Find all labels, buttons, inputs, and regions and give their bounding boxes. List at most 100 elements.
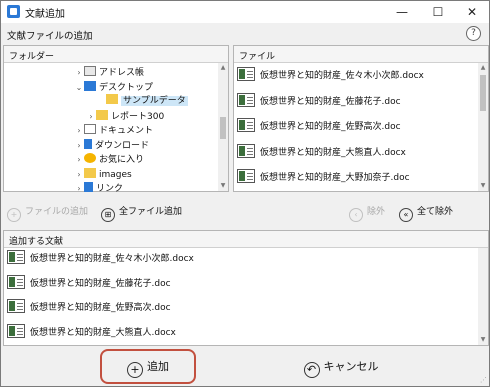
plus-icon: + [7, 208, 21, 222]
window-title: 文献追加 [25, 9, 65, 20]
file-name: 仮想世界と知的財産_佐野高次.doc [260, 122, 401, 132]
file-panel-title: ファイル [234, 46, 488, 63]
folder-tree-item[interactable]: › アドレス帳 [74, 65, 144, 80]
remove-button[interactable]: ‹ 除外 [349, 202, 385, 222]
add-all-button[interactable]: ⊞ 全ファイル追加 [101, 202, 182, 222]
chevron-right-icon[interactable]: › [74, 152, 84, 167]
word-document-icon [237, 92, 255, 107]
folder-tree-item[interactable]: ⌄ デスクトップ [74, 80, 153, 95]
close-button[interactable]: ✕ [455, 1, 489, 23]
file-name: 仮想世界と知的財産_佐藤花子.doc [30, 278, 171, 289]
chevron-right-icon[interactable]: › [74, 65, 84, 80]
folder-tree-label: お気に入り [99, 155, 145, 165]
folder-tree-item[interactable]: › ダウンロード [74, 138, 149, 153]
remove-all-label: 全て除外 [417, 207, 454, 217]
double-chevron-left-icon: « [399, 208, 413, 222]
minimize-button[interactable]: — [385, 1, 419, 23]
add-file-label: ファイルの追加 [25, 207, 89, 217]
file-list-item[interactable]: 仮想世界と知的財産_大熊直人.docx [237, 143, 406, 163]
folder-panel: フォルダー › アドレス帳 ⌄ デスクトップ サンプルデータ › レポート300 › ドキュメン… [3, 45, 229, 194]
folder-panel-title: フォルダー [4, 46, 228, 63]
favorites-icon [84, 153, 96, 163]
add-button-highlight [100, 349, 196, 384]
folder-icon [106, 94, 118, 104]
file-name: 仮想世界と知的財産_佐野高次.doc [30, 303, 171, 313]
folder-icon [96, 109, 108, 120]
scroll-down-icon[interactable]: ▼ [478, 335, 488, 345]
added-panel: 追加する文献 仮想世界と知的財産_佐々木小次郎.docx 仮想世界と知的財産_佐藤… [3, 230, 489, 346]
word-document-icon [7, 250, 25, 264]
remove-all-button[interactable]: « 全て除外 [399, 202, 453, 222]
scroll-down-icon[interactable]: ▼ [218, 181, 228, 191]
file-list-item[interactable]: 仮想世界と知的財産_大野加奈子.doc [237, 168, 410, 188]
word-document-icon [7, 323, 25, 338]
links-icon [84, 182, 93, 192]
word-document-icon [237, 143, 255, 158]
file-list-item[interactable]: 仮想世界と知的財産_佐々木小次郎.docx [7, 249, 194, 269]
folder-tree-label: リンク [96, 184, 124, 194]
documents-icon [84, 124, 96, 134]
file-list-item[interactable]: 仮想世界と知的財産_大熊直人.docx [7, 323, 176, 343]
app-icon [7, 5, 20, 18]
resize-grip-icon[interactable]: ⋰ [480, 376, 487, 384]
chevron-right-icon[interactable]: › [74, 167, 84, 182]
folder-tree-label: images [99, 169, 132, 180]
chevron-right-icon[interactable]: › [86, 109, 96, 124]
scroll-up-icon[interactable]: ▲ [478, 63, 488, 73]
file-name: 仮想世界と知的財産_佐々木小次郎.docx [30, 254, 194, 264]
maximize-button[interactable]: ☐ [421, 1, 455, 23]
file-list-item[interactable]: 仮想世界と知的財産_佐野高次.doc [237, 117, 401, 137]
download-icon [84, 138, 92, 149]
folder-tree-label: ドキュメント [99, 126, 154, 136]
scroll-thumb[interactable] [220, 117, 226, 139]
folder-tree-item[interactable]: › リンク [74, 181, 123, 196]
file-name: 仮想世界と知的財産_大野加奈子.doc [260, 173, 410, 183]
add-file-button[interactable]: + ファイルの追加 [7, 202, 88, 222]
add-all-icon: ⊞ [101, 208, 115, 222]
added-scrollbar[interactable]: ▼ [478, 248, 488, 345]
address-book-icon [84, 66, 96, 76]
folder-tree-label: サンプルデータ [121, 96, 188, 106]
folder-tree-item[interactable]: › レポート300 [86, 109, 164, 124]
file-scrollbar[interactable]: ▲ ▼ [478, 63, 488, 191]
file-name: 仮想世界と知的財産_佐々木小次郎.docx [260, 71, 424, 81]
dialog-header: 文献ファイルの追加 ? [1, 23, 489, 45]
file-list-item[interactable]: 仮想世界と知的財産_佐藤花子.doc [7, 274, 171, 294]
scroll-down-icon[interactable]: ▼ [478, 181, 488, 191]
folder-icon [84, 167, 96, 178]
file-panel: ファイル 仮想世界と知的財産_佐々木小次郎.docx 仮想世界と知的財産_佐藤花子… [233, 45, 489, 192]
cancel-button[interactable]: ↶ キャンセル [291, 352, 391, 382]
file-list-item[interactable]: 仮想世界と知的財産_佐々木小次郎.docx [237, 66, 424, 86]
chevron-down-icon[interactable]: ⌄ [74, 80, 84, 95]
scroll-up-icon[interactable]: ▲ [218, 63, 228, 73]
remove-label: 除外 [367, 207, 386, 217]
word-document-icon [7, 299, 25, 313]
word-document-icon [7, 274, 25, 289]
chevron-left-icon: ‹ [349, 208, 363, 222]
scroll-thumb[interactable] [480, 75, 486, 111]
title-bar: 文献追加 — ☐ ✕ [1, 1, 489, 23]
chevron-right-icon[interactable]: › [74, 181, 84, 196]
folder-tree-item[interactable]: › ドキュメント [74, 123, 153, 138]
file-list-item[interactable]: 仮想世界と知的財産_佐野高次.doc [7, 298, 171, 318]
dialog-subtitle: 文献ファイルの追加 [7, 31, 93, 42]
folder-scrollbar[interactable]: ▲ ▼ [218, 63, 228, 191]
file-list-item[interactable]: 仮想世界と知的財産_佐藤花子.doc [237, 92, 401, 112]
folder-tree-label: アドレス帳 [99, 68, 145, 78]
file-name: 仮想世界と知的財産_佐藤花子.doc [260, 96, 401, 107]
folder-tree-label: デスクトップ [99, 82, 154, 93]
chevron-right-icon[interactable]: › [74, 138, 84, 153]
desktop-icon [84, 80, 96, 91]
word-document-icon [237, 169, 255, 183]
undo-icon: ↶ [303, 362, 320, 378]
folder-tree-label: レポート300 [111, 111, 165, 122]
file-name: 仮想世界と知的財産_大熊直人.docx [260, 147, 406, 158]
word-document-icon [237, 118, 255, 132]
folder-tree-item[interactable]: › お気に入り [74, 152, 144, 167]
add-all-label: 全ファイル追加 [119, 207, 183, 217]
chevron-right-icon[interactable]: › [74, 123, 84, 138]
added-panel-title: 追加する文献 [4, 231, 488, 248]
help-icon[interactable]: ? [466, 26, 481, 41]
folder-tree-item[interactable]: › images [74, 167, 132, 182]
folder-tree-item[interactable]: サンプルデータ [96, 94, 188, 109]
